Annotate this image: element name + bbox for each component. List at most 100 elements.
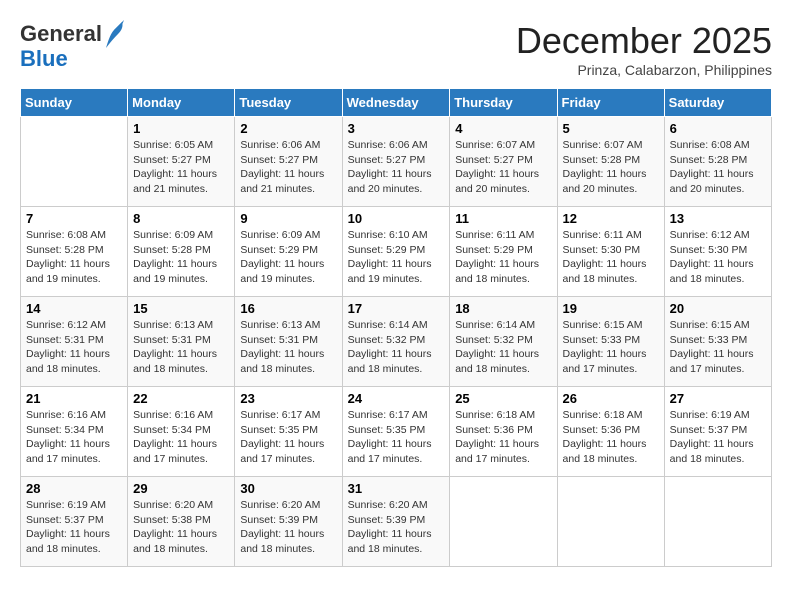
day-info: Sunrise: 6:14 AM Sunset: 5:32 PM Dayligh… — [455, 318, 551, 377]
calendar-cell — [557, 477, 664, 567]
day-number: 27 — [670, 391, 766, 406]
day-info: Sunrise: 6:18 AM Sunset: 5:36 PM Dayligh… — [563, 408, 659, 467]
day-info: Sunrise: 6:19 AM Sunset: 5:37 PM Dayligh… — [26, 498, 122, 557]
calendar-table: SundayMondayTuesdayWednesdayThursdayFrid… — [20, 88, 772, 567]
header-row: SundayMondayTuesdayWednesdayThursdayFrid… — [21, 89, 772, 117]
day-number: 15 — [133, 301, 229, 316]
calendar-cell: 20Sunrise: 6:15 AM Sunset: 5:33 PM Dayli… — [664, 297, 771, 387]
day-info: Sunrise: 6:20 AM Sunset: 5:38 PM Dayligh… — [133, 498, 229, 557]
calendar-cell: 3Sunrise: 6:06 AM Sunset: 5:27 PM Daylig… — [342, 117, 450, 207]
page-header: General Blue December 2025 Prinza, Calab… — [20, 20, 772, 78]
calendar-cell: 18 Sunrise: 6:14 AM Sunset: 5:32 PM Dayli… — [450, 297, 557, 387]
day-number: 7 — [26, 211, 122, 226]
calendar-cell: 29 Sunrise: 6:20 AM Sunset: 5:38 PM Dayli… — [128, 477, 235, 567]
calendar-cell: 14 Sunrise: 6:12 AM Sunset: 5:31 PM Dayli… — [21, 297, 128, 387]
month-title: December 2025 — [516, 20, 772, 62]
day-number: 16 — [240, 301, 336, 316]
calendar-cell: 11 Sunrise: 6:11 AM Sunset: 5:29 PM Dayli… — [450, 207, 557, 297]
day-info: Sunrise: 6:17 AM Sunset: 5:35 PM Dayligh… — [240, 408, 336, 467]
day-info: Sunrise: 6:08 AM Sunset: 5:28 PM Dayligh… — [26, 228, 122, 287]
day-number: 11 — [455, 211, 551, 226]
day-info: Sunrise: 6:17 AM Sunset: 5:35 PM Dayligh… — [348, 408, 445, 467]
calendar-cell: 16 Sunrise: 6:13 AM Sunset: 5:31 PM Dayli… — [235, 297, 342, 387]
week-row-5: 28 Sunrise: 6:19 AM Sunset: 5:37 PM Dayli… — [21, 477, 772, 567]
day-info: Sunrise: 6:19 AM Sunset: 5:37 PM Dayligh… — [670, 408, 766, 467]
day-number: 29 — [133, 481, 229, 496]
day-number: 12 — [563, 211, 659, 226]
calendar-cell: 9 Sunrise: 6:09 AM Sunset: 5:29 PM Daylig… — [235, 207, 342, 297]
day-number: 9 — [240, 211, 336, 226]
day-number: 14 — [26, 301, 122, 316]
day-info: Sunrise: 6:20 AM Sunset: 5:39 PM Dayligh… — [240, 498, 336, 557]
day-info: Sunrise: 6:13 AM Sunset: 5:31 PM Dayligh… — [133, 318, 229, 377]
day-info: Sunrise: 6:07 AM Sunset: 5:28 PM Dayligh… — [563, 138, 659, 197]
calendar-cell: 23 Sunrise: 6:17 AM Sunset: 5:35 PM Dayli… — [235, 387, 342, 477]
calendar-cell: 4Sunrise: 6:07 AM Sunset: 5:27 PM Daylig… — [450, 117, 557, 207]
title-area: December 2025 Prinza, Calabarzon, Philip… — [516, 20, 772, 78]
location: Prinza, Calabarzon, Philippines — [516, 62, 772, 78]
column-header-tuesday: Tuesday — [235, 89, 342, 117]
calendar-cell: 1Sunrise: 6:05 AM Sunset: 5:27 PM Daylig… — [128, 117, 235, 207]
column-header-wednesday: Wednesday — [342, 89, 450, 117]
column-header-sunday: Sunday — [21, 89, 128, 117]
calendar-cell: 25Sunrise: 6:18 AM Sunset: 5:36 PM Dayli… — [450, 387, 557, 477]
calendar-cell: 10 Sunrise: 6:10 AM Sunset: 5:29 PM Dayli… — [342, 207, 450, 297]
calendar-cell: 12 Sunrise: 6:11 AM Sunset: 5:30 PM Dayli… — [557, 207, 664, 297]
day-info: Sunrise: 6:09 AM Sunset: 5:29 PM Dayligh… — [240, 228, 336, 287]
day-info: Sunrise: 6:20 AM Sunset: 5:39 PM Dayligh… — [348, 498, 445, 557]
day-info: Sunrise: 6:09 AM Sunset: 5:28 PM Dayligh… — [133, 228, 229, 287]
day-info: Sunrise: 6:14 AM Sunset: 5:32 PM Dayligh… — [348, 318, 445, 377]
day-info: Sunrise: 6:13 AM Sunset: 5:31 PM Dayligh… — [240, 318, 336, 377]
day-info: Sunrise: 6:08 AM Sunset: 5:28 PM Dayligh… — [670, 138, 766, 197]
column-header-friday: Friday — [557, 89, 664, 117]
week-row-1: 1Sunrise: 6:05 AM Sunset: 5:27 PM Daylig… — [21, 117, 772, 207]
day-number: 31 — [348, 481, 445, 496]
week-row-3: 14 Sunrise: 6:12 AM Sunset: 5:31 PM Dayli… — [21, 297, 772, 387]
day-info: Sunrise: 6:11 AM Sunset: 5:29 PM Dayligh… — [455, 228, 551, 287]
day-number: 21 — [26, 391, 122, 406]
day-info: Sunrise: 6:15 AM Sunset: 5:33 PM Dayligh… — [563, 318, 659, 377]
calendar-cell: 21Sunrise: 6:16 AM Sunset: 5:34 PM Dayli… — [21, 387, 128, 477]
calendar-cell — [664, 477, 771, 567]
day-number: 18 — [455, 301, 551, 316]
calendar-cell: 5 Sunrise: 6:07 AM Sunset: 5:28 PM Daylig… — [557, 117, 664, 207]
day-number: 28 — [26, 481, 122, 496]
day-number: 1 — [133, 121, 229, 136]
day-info: Sunrise: 6:16 AM Sunset: 5:34 PM Dayligh… — [133, 408, 229, 467]
day-info: Sunrise: 6:07 AM Sunset: 5:27 PM Dayligh… — [455, 138, 551, 197]
calendar-cell: 30Sunrise: 6:20 AM Sunset: 5:39 PM Dayli… — [235, 477, 342, 567]
day-number: 17 — [348, 301, 445, 316]
calendar-cell: 6 Sunrise: 6:08 AM Sunset: 5:28 PM Daylig… — [664, 117, 771, 207]
day-info: Sunrise: 6:06 AM Sunset: 5:27 PM Dayligh… — [240, 138, 336, 197]
week-row-2: 7 Sunrise: 6:08 AM Sunset: 5:28 PM Daylig… — [21, 207, 772, 297]
calendar-cell: 26 Sunrise: 6:18 AM Sunset: 5:36 PM Dayli… — [557, 387, 664, 477]
column-header-thursday: Thursday — [450, 89, 557, 117]
calendar-cell: 28 Sunrise: 6:19 AM Sunset: 5:37 PM Dayli… — [21, 477, 128, 567]
day-number: 10 — [348, 211, 445, 226]
day-number: 23 — [240, 391, 336, 406]
day-info: Sunrise: 6:18 AM Sunset: 5:36 PM Dayligh… — [455, 408, 551, 467]
day-info: Sunrise: 6:11 AM Sunset: 5:30 PM Dayligh… — [563, 228, 659, 287]
day-number: 13 — [670, 211, 766, 226]
calendar-cell — [21, 117, 128, 207]
day-number: 19 — [563, 301, 659, 316]
day-number: 22 — [133, 391, 229, 406]
logo-bird-icon — [104, 20, 124, 48]
calendar-cell: 31 Sunrise: 6:20 AM Sunset: 5:39 PM Dayli… — [342, 477, 450, 567]
day-number: 5 — [563, 121, 659, 136]
day-info: Sunrise: 6:12 AM Sunset: 5:31 PM Dayligh… — [26, 318, 122, 377]
week-row-4: 21 Sunrise: 6:16 AM Sunset: 5:34 PM Dayli… — [21, 387, 772, 477]
calendar-cell: 19 Sunrise: 6:15 AM Sunset: 5:33 PM Dayli… — [557, 297, 664, 387]
day-info: Sunrise: 6:10 AM Sunset: 5:29 PM Dayligh… — [348, 228, 445, 287]
calendar-cell: 17 Sunrise: 6:14 AM Sunset: 5:32 PM Dayli… — [342, 297, 450, 387]
day-number: 2 — [240, 121, 336, 136]
day-number: 26 — [563, 391, 659, 406]
day-number: 6 — [670, 121, 766, 136]
day-info: Sunrise: 6:15 AM Sunset: 5:33 PM Dayligh… — [670, 318, 766, 377]
logo-blue-text: Blue — [20, 46, 68, 71]
calendar-cell: 15 Sunrise: 6:13 AM Sunset: 5:31 PM Dayli… — [128, 297, 235, 387]
column-header-saturday: Saturday — [664, 89, 771, 117]
column-header-monday: Monday — [128, 89, 235, 117]
day-info: Sunrise: 6:12 AM Sunset: 5:30 PM Dayligh… — [670, 228, 766, 287]
logo: General Blue — [20, 20, 124, 71]
